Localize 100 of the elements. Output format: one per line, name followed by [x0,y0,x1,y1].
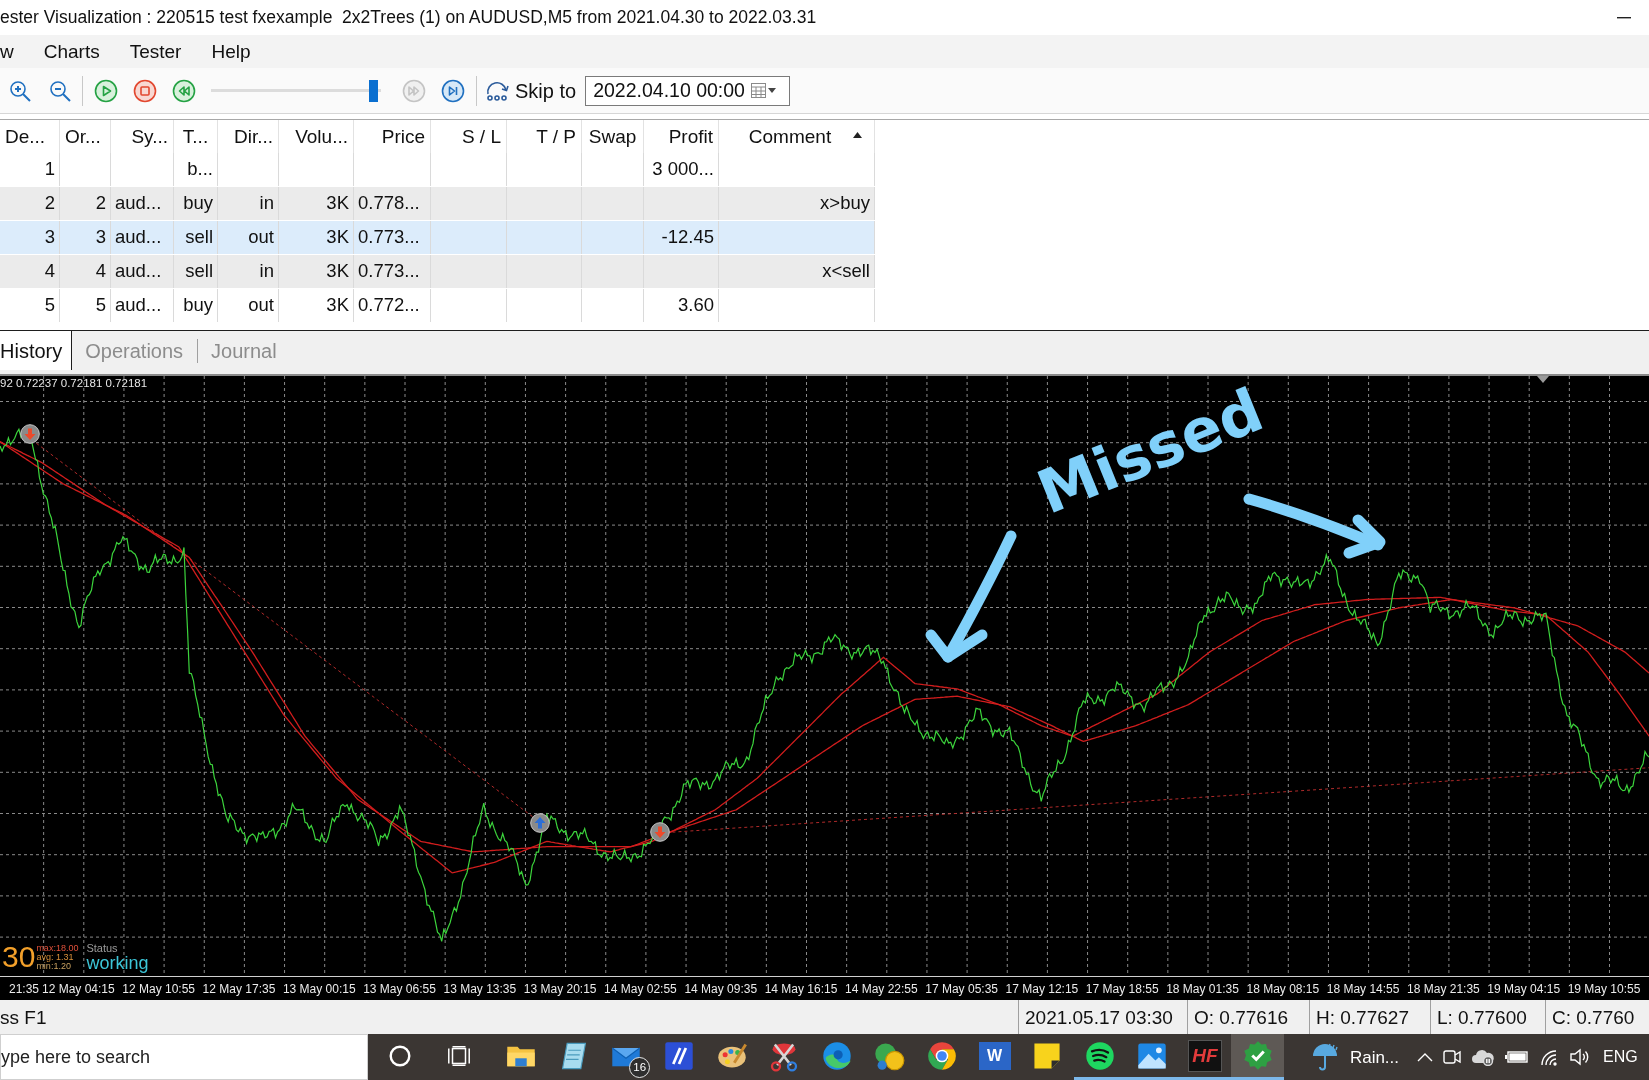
menu-item[interactable]: Charts [43,42,100,61]
table-cell: 3.60 [678,296,714,315]
time-label: 18 May 14:55 [1326,982,1400,995]
minimize-icon[interactable] [1617,16,1631,19]
table-cell: out [248,296,274,315]
table-cell: x>buy [820,194,870,213]
skip-to-end-button[interactable] [440,77,466,104]
time-label: 17 May 05:35 [925,982,998,995]
menu-item[interactable]: Help [211,42,251,61]
table-cell: buy [183,194,213,213]
table-cell: 4 [95,262,106,281]
play-button[interactable] [93,77,119,104]
table-cell: 3 [95,228,106,247]
zoom-out-icon [48,78,72,103]
zoom-in-icon [8,78,32,103]
stop-button[interactable] [132,77,158,104]
table-cell: x<sell [822,262,870,281]
curved-arrow-icon [485,79,511,102]
table-cell: 5 [95,296,106,315]
time-label: 14 May 22:55 [844,982,918,995]
menu-item[interactable]: Tester [129,42,182,61]
time-label: 14 May 16:15 [764,982,838,995]
table-cell: 3K [326,228,349,247]
table-cell: 2 [95,194,106,213]
time-label: 19 May 04:15 [1487,982,1561,995]
time-label: 14 May 02:55 [604,982,677,995]
table-cell: 3K [326,194,349,213]
table-cell: 0.772... [358,296,420,315]
window-title: ester Visualization : 220515 test fxexample 2x2Trees (1) on AUDUSD,M5 from 2021.04.30 to 2022.03.31 [0,8,817,27]
table-row[interactable]: 4 4 aud... sell in 3K 0.773... x<sell [0,255,875,289]
battery-icon[interactable] [1505,1050,1530,1064]
table-cell: aud... [115,296,162,315]
table-cell: aud... [115,194,162,213]
letter-logo: HF [1188,1039,1222,1072]
time-label: 17 May 12:15 [1005,982,1079,995]
check-badge-icon [1241,1039,1274,1072]
slash-logo-icon [663,1039,696,1072]
taskbar-button[interactable]: W [968,1034,1021,1080]
bar-time: 2021.05.17 03:30 [1025,1007,1173,1027]
stop-icon [133,78,157,103]
play-icon [94,78,118,103]
swirl-logo-icon [820,1039,853,1072]
menu-item[interactable]: w [0,42,14,61]
time-label: 17 May 18:55 [1085,982,1159,995]
table-cell: 0.778... [358,194,420,213]
table-cell: 3K [326,262,349,281]
table-row[interactable]: 2 2 aud... buy in 3K 0.778... x>buy [0,187,875,221]
table-cell: buy [183,296,213,315]
time-label: 18 May 21:35 [1407,982,1480,995]
table-cell: aud... [115,262,162,281]
slider-thumb[interactable] [368,79,378,102]
language-indicator[interactable]: ENG [1603,1049,1638,1065]
table-cell: sell [185,262,213,281]
table-cell: 5 [44,296,55,315]
chrome-logo-icon [926,1039,959,1072]
skip-to-label: Skip to [515,80,577,101]
camera-icon[interactable] [1443,1047,1462,1067]
letter-logo: W [978,1041,1011,1070]
wifi-icon[interactable] [1539,1048,1560,1066]
table-cell: in [259,194,274,213]
high-price: H: 0.77627 [1316,1007,1409,1027]
rewind-icon [172,78,196,103]
time-label: 12 May 10:55 [122,982,195,995]
fast-forward-icon [402,78,426,103]
help-hint: ss F1 [0,1007,47,1027]
time-label: 18 May 08:15 [1246,982,1320,995]
table-cell: aud... [115,228,162,247]
table-cell: in [259,262,274,281]
table-row[interactable]: 3 3 aud... sell out 3K 0.773... -12.45 [0,221,875,255]
umbrella-icon[interactable] [1310,1042,1339,1072]
time-label: 13 May 00:15 [282,982,356,995]
weather-text[interactable]: Rain... [1349,1048,1400,1066]
table-cell: 2 [44,194,55,213]
table-cell: 3 [44,228,55,247]
table-cell: 0.773... [358,262,420,281]
cloud-icon[interactable] [1471,1048,1496,1066]
table-cell: 3 000... [652,160,714,179]
notification-badge: 16 [629,1057,651,1078]
time-label: 21:35 [8,982,39,995]
search-field[interactable]: ype here to search [0,1034,368,1080]
time-label: 18 May 01:35 [1166,982,1239,995]
skip-to-end-icon [441,78,465,103]
time-label: 12 May 17:35 [202,982,276,995]
table-cell: -12.45 [661,228,714,247]
caret-down-icon[interactable] [767,88,776,93]
date-field[interactable]: 2022.04.10 00:00 [585,75,791,106]
rewind-button[interactable] [171,77,197,104]
table-cell: out [248,228,274,247]
time-label: 14 May 09:35 [684,982,758,995]
time-label: 13 May 13:35 [443,982,517,995]
table-cell: 4 [44,262,55,281]
chevron-up-icon[interactable] [1417,1052,1434,1062]
tab[interactable]: History [0,331,73,370]
time-label: 19 May 10:55 [1567,982,1641,995]
table-cell: 0.773... [358,228,420,247]
table-cell: 3K [326,296,349,315]
round-logo-icon [1083,1039,1116,1072]
table-cell: 1 [44,160,55,179]
time-label: 13 May 20:15 [523,982,597,995]
table-cell: sell [185,228,213,247]
